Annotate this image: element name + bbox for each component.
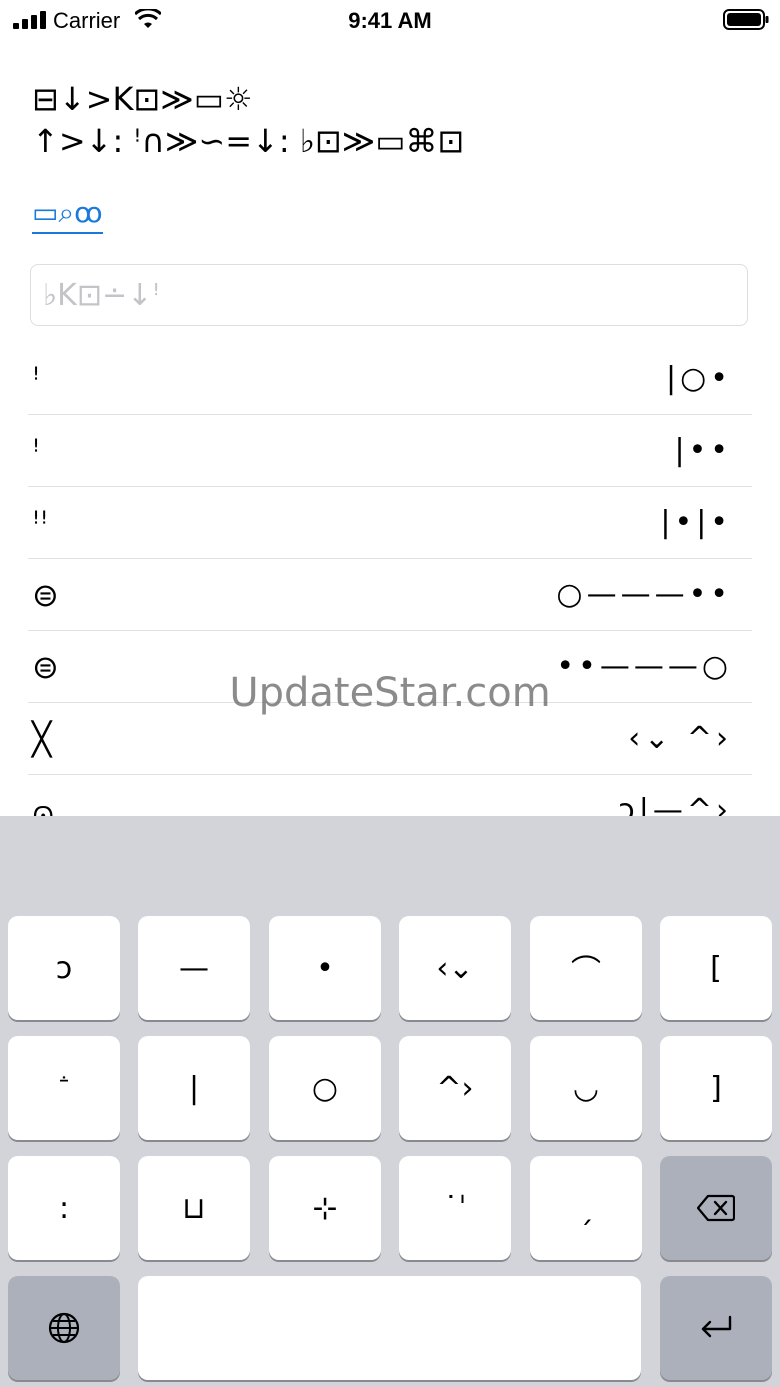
clock: 9:41 AM [348, 8, 432, 33]
list-item[interactable]: ꜝ |•• [28, 415, 752, 487]
key[interactable]: ○ [269, 1036, 381, 1140]
key[interactable]: | [138, 1036, 250, 1140]
list-item-code: |○• [666, 361, 732, 396]
list-item-code: ••———○ [556, 649, 732, 684]
list-item-code: |•• [674, 433, 732, 468]
key[interactable]: ˏ [530, 1156, 642, 1260]
key[interactable]: • [269, 916, 381, 1020]
list-item[interactable]: ⊜ ○———•• [28, 559, 752, 631]
key[interactable]: ‹⌄ [399, 916, 511, 1020]
list-item[interactable]: ꜝꜝ |•|• [28, 487, 752, 559]
key[interactable]: ꜙ [8, 1036, 120, 1140]
key[interactable]: ↄ [8, 916, 120, 1020]
help-link[interactable]: ▭⌕ꝏ [32, 196, 103, 234]
list-item-code: ○———•• [556, 577, 732, 612]
key[interactable]: ⊔ [138, 1156, 250, 1260]
title-line-1: ⊟↓>K⊡≫▭☼ [32, 80, 253, 118]
battery-icon [723, 9, 769, 30]
key[interactable]: ◡ [530, 1036, 642, 1140]
key[interactable]: ^› [399, 1036, 511, 1140]
key[interactable]: ] [660, 1036, 772, 1140]
globe-key[interactable] [8, 1276, 120, 1380]
list-item[interactable]: ╳ ‹⌄ ^› [28, 703, 752, 775]
page-title: ⊟↓>K⊡≫▭☼ ↑>↓: ꜝ∩≫∽=↓: ♭⊡≫▭⌘⊡ [32, 78, 752, 162]
key[interactable]: : [8, 1156, 120, 1260]
status-bar: Carrier 9:41 AM [0, 0, 780, 40]
return-key[interactable] [660, 1276, 772, 1380]
list-item-symbol: ⊜ [32, 576, 59, 614]
title-line-2: ↑>↓: ꜝ∩≫∽=↓: ♭⊡≫▭⌘⊡ [32, 122, 465, 160]
key[interactable]: ˙ˈ [399, 1156, 511, 1260]
list-item-symbol: ⊜ [32, 648, 59, 686]
key[interactable]: ⌒ [530, 916, 642, 1020]
space-key[interactable] [138, 1276, 641, 1380]
list-item-code: ‹⌄ ^› [628, 721, 732, 756]
list-item[interactable]: ⊜ ••———○ [28, 631, 752, 703]
delete-icon [697, 1194, 735, 1222]
list-item-symbol: ꜝꜝ [32, 504, 49, 542]
delete-key[interactable] [660, 1156, 772, 1260]
search-field[interactable] [30, 264, 748, 326]
key[interactable]: [ [660, 916, 772, 1020]
list-item-symbol: ⩀ [32, 792, 55, 816]
key[interactable]: — [138, 916, 250, 1020]
list-item[interactable]: ⩀ ↄ|—^› [28, 775, 752, 816]
list-item-code: ↄ|—^› [618, 793, 732, 816]
key[interactable]: ⊹ [269, 1156, 381, 1260]
symbol-list[interactable]: ꜝ |○• ꜝ |•• ꜝꜝ |•|• ⊜ ○———•• ⊜ ••———○ ╳ … [28, 343, 752, 816]
list-item-symbol: ╳ [32, 720, 52, 758]
keyboard: ↄ — • ‹⌄ ⌒ [ ꜙ | ○ ^› ◡ ] : ⊔ ⊹ ˙ˈ ˏ [0, 816, 780, 1387]
globe-icon [48, 1312, 80, 1344]
list-item-symbol: ꜝ [32, 432, 41, 470]
return-icon [701, 1315, 732, 1338]
list-item[interactable]: ꜝ |○• [28, 343, 752, 415]
search-input[interactable] [31, 265, 747, 325]
list-item-code: |•|• [660, 505, 732, 540]
list-item-symbol: ꜝ [32, 360, 41, 398]
